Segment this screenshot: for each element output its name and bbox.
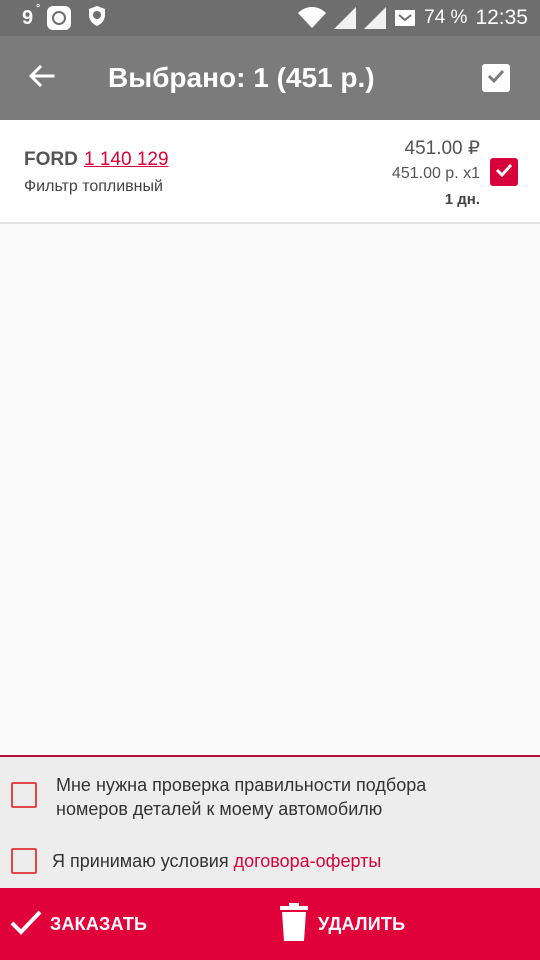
clock: 12:35: [475, 6, 528, 29]
options-panel: Мне нужна проверка правильности подбора н…: [0, 755, 540, 888]
verify-checkbox[interactable]: [11, 782, 37, 808]
checkbox-checked-icon: [485, 65, 507, 92]
check-icon: [8, 904, 44, 945]
notification-icon: [47, 6, 72, 30]
signal-icon: [364, 7, 387, 29]
accept-terms-checkbox[interactable]: [11, 848, 37, 874]
battery-icon: [394, 7, 416, 29]
item-part-number-link[interactable]: 1 140 129: [84, 149, 169, 171]
order-button-label: ЗАКАЗАТЬ: [50, 913, 148, 934]
trash-icon: [280, 902, 308, 946]
status-bar-right: 74 % 12:35: [298, 0, 528, 36]
delete-button[interactable]: УДАЛИТЬ: [270, 888, 540, 960]
app-bar: Выбрано: 1 (451 р.): [0, 36, 540, 120]
back-button[interactable]: [22, 58, 62, 98]
verify-option[interactable]: Мне нужна проверка правильности подбора н…: [0, 771, 540, 831]
order-button[interactable]: ЗАКАЗАТЬ: [0, 888, 270, 960]
offer-contract-link[interactable]: договора-оферты: [234, 851, 382, 871]
status-bar-left: 9 °: [22, 0, 109, 36]
verify-label: Мне нужна проверка правильности подбора н…: [56, 775, 427, 819]
battery-percent: 74 %: [424, 7, 468, 28]
item-delivery-time: 1 дн.: [444, 191, 480, 208]
item-description: Фильтр топливный: [24, 178, 163, 195]
arrow-left-icon: [28, 64, 55, 92]
item-brand: FORD: [24, 149, 78, 170]
weather-temperature: 9 °: [22, 2, 41, 29]
status-bar: 9 ° 74 % 12:35: [0, 0, 540, 36]
cart-item[interactable]: FORD 1 140 129 Фильтр топливный 451.00 ₽…: [0, 120, 540, 224]
accept-terms-option[interactable]: Я принимаю условия договора-оферты: [0, 845, 540, 881]
page-title: Выбрано: 1 (451 р.): [108, 62, 375, 93]
accept-terms-label: Я принимаю условия договора-оферты: [52, 851, 382, 871]
action-bar: ЗАКАЗАТЬ УДАЛИТЬ: [0, 888, 540, 960]
delete-button-label: УДАЛИТЬ: [318, 913, 406, 934]
item-price-unit: 451.00 р. x1: [391, 165, 480, 182]
item-checkbox[interactable]: [490, 158, 518, 186]
signal-icon: [334, 7, 357, 29]
shield-icon: [85, 4, 109, 33]
item-price-total: 451.00 ₽: [404, 138, 480, 159]
checkmark-icon: [493, 159, 515, 186]
select-all-button[interactable]: [482, 64, 510, 92]
wifi-icon: [298, 7, 327, 29]
